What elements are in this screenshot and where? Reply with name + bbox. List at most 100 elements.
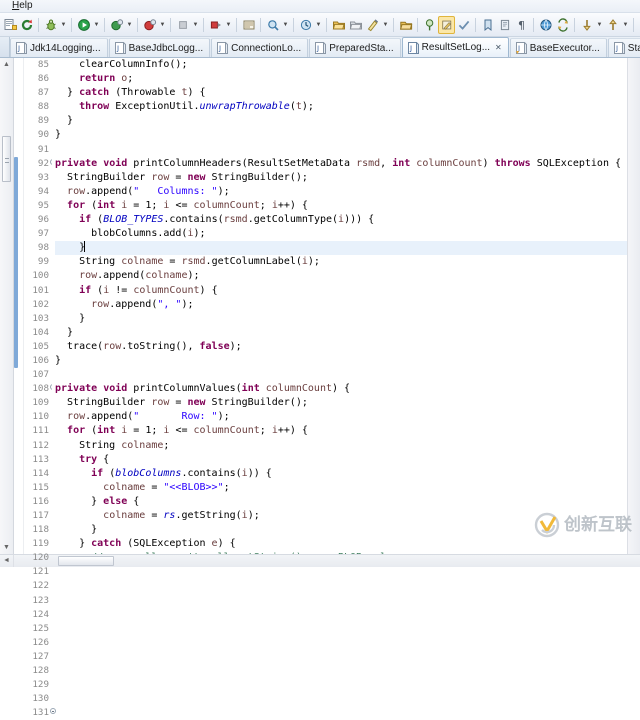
code-line[interactable]: if (BLOB_TYPES.contains(rsmd.getColumnTy… — [55, 213, 627, 227]
quick-fix-icon[interactable] — [364, 16, 381, 34]
external-tools-dropdown-arrow[interactable]: ▼ — [158, 16, 167, 34]
tab-statementlogger[interactable]: J StatementLog... — [608, 38, 640, 57]
code-line[interactable]: if (blobColumns.contains(i)) { — [55, 467, 627, 481]
edit-note-icon[interactable] — [438, 16, 455, 34]
run-icon[interactable] — [75, 16, 92, 34]
menu-item-help[interactable]: Help — [8, 0, 37, 12]
code-line[interactable]: } catch (SQLException e) { — [55, 537, 627, 551]
previous-annotation-icon[interactable] — [604, 16, 621, 34]
coverage-dropdown-arrow[interactable]: ▼ — [125, 16, 134, 34]
code-line[interactable]: } — [55, 523, 627, 537]
open-folder-icon[interactable] — [330, 16, 347, 34]
scroll-down-arrow-icon[interactable]: ▼ — [2, 543, 11, 552]
line-number: 109 — [24, 396, 49, 410]
code-token: row — [67, 186, 85, 197]
scroll-up-arrow-icon[interactable]: ▲ — [2, 60, 11, 69]
code-token: <= — [169, 425, 193, 436]
tab-basejdbclogger[interactable]: J BaseJdbcLogg... — [109, 38, 211, 57]
close-folder-icon[interactable] — [347, 16, 364, 34]
code-line[interactable]: private void printColumnValues(int colum… — [55, 382, 627, 396]
bookmark-icon[interactable] — [479, 16, 496, 34]
run-external-tools-icon[interactable] — [141, 16, 158, 34]
code-line[interactable]: clearColumnInfo(); — [55, 58, 627, 72]
checkmark-icon[interactable] — [455, 16, 472, 34]
horizontal-scrollbar[interactable]: ◄ — [0, 554, 640, 567]
run-last-icon[interactable] — [207, 16, 224, 34]
code-line[interactable]: StringBuilder row = new StringBuilder(); — [55, 396, 627, 410]
debug-icon[interactable] — [42, 16, 59, 34]
stop-dropdown-arrow[interactable]: ▼ — [191, 16, 200, 34]
scroll-left-arrow-icon[interactable]: ◄ — [0, 555, 14, 567]
code-token: { — [127, 496, 139, 507]
code-line[interactable]: StringBuilder row = new StringBuilder(); — [55, 171, 627, 185]
code-line[interactable]: private void printColumnHeaders(ResultSe… — [55, 157, 627, 171]
code-line[interactable]: blobColumns.add(i); — [55, 227, 627, 241]
code-line[interactable]: for (int i = 1; i <= columnCount; i++) { — [55, 199, 627, 213]
code-line[interactable]: trace(row.toString(), false); — [55, 340, 627, 354]
code-token: catch — [91, 538, 121, 549]
code-line[interactable]: } — [55, 326, 627, 340]
annotation-overview-ruler[interactable]: ▲ ▼ — [0, 58, 14, 554]
tab-resultsetlogger[interactable]: J ResultSetLog... ✕ — [402, 37, 509, 57]
whitespace-icon[interactable]: ¶ — [513, 16, 530, 34]
tab-preparedstatementlogger[interactable]: J PreparedSta... — [309, 38, 400, 57]
open-type-icon[interactable] — [240, 16, 257, 34]
code-line[interactable]: String colname; — [55, 439, 627, 453]
source-code-area[interactable]: clearColumnInfo(); return o; } catch (Th… — [52, 58, 627, 554]
history-dropdown-arrow[interactable]: ▼ — [314, 16, 323, 34]
code-token — [55, 454, 79, 465]
code-line[interactable]: String colname = rsmd.getColumnLabel(i); — [55, 255, 627, 269]
history-icon[interactable] — [297, 16, 314, 34]
run-last-dropdown-arrow[interactable]: ▼ — [224, 16, 233, 34]
code-line[interactable]: return o; — [55, 72, 627, 86]
code-line[interactable]: colname = rs.getString(i); — [55, 509, 627, 523]
folding-marker-column[interactable] — [14, 58, 24, 554]
code-line[interactable]: } catch (Throwable t) { — [55, 86, 627, 100]
code-line[interactable]: } — [55, 241, 627, 255]
run-dropdown-arrow[interactable]: ▼ — [92, 16, 101, 34]
team-sync-icon[interactable] — [554, 16, 571, 34]
next-annotation-icon[interactable] — [578, 16, 595, 34]
fold-collapse-icon[interactable] — [50, 708, 56, 714]
new-wizard-icon[interactable] — [1, 16, 18, 34]
tab-baseexecutor[interactable]: J BaseExecutor... — [510, 38, 607, 57]
code-line[interactable]: } — [55, 312, 627, 326]
code-line[interactable]: if (i != columnCount) { — [55, 284, 627, 298]
code-line[interactable] — [55, 143, 627, 157]
line-number-ruler: 8586878889909192939495969798991001011021… — [24, 58, 52, 554]
code-line[interactable]: row.append(" Row: "); — [55, 410, 627, 424]
close-icon[interactable]: ✕ — [495, 44, 502, 52]
stop-icon[interactable] — [174, 16, 191, 34]
pin-icon[interactable] — [421, 16, 438, 34]
vertical-scrollbar-thumb[interactable] — [2, 136, 11, 182]
code-line[interactable] — [55, 368, 627, 382]
coverage-icon[interactable] — [108, 16, 125, 34]
horizontal-scrollbar-thumb[interactable] — [58, 556, 114, 566]
search-dropdown-arrow[interactable]: ▼ — [281, 16, 290, 34]
code-line[interactable]: row.append(", "); — [55, 298, 627, 312]
code-token: new — [187, 172, 205, 183]
block-select-icon[interactable] — [496, 16, 513, 34]
code-line[interactable]: } — [55, 354, 627, 368]
toolbar-separator — [417, 18, 418, 32]
search-icon[interactable] — [264, 16, 281, 34]
code-line[interactable]: row.append(" Columns: "); — [55, 185, 627, 199]
code-line[interactable]: for (int i = 1; i <= columnCount; i++) { — [55, 424, 627, 438]
globe-icon[interactable] — [537, 16, 554, 34]
tab-jdk14logging[interactable]: J Jdk14Logging... — [10, 38, 108, 57]
quick-fix-dropdown-arrow[interactable]: ▼ — [381, 16, 390, 34]
previous-annotation-dropdown-arrow[interactable]: ▼ — [621, 16, 630, 34]
code-line[interactable]: row.append(colname); — [55, 269, 627, 283]
open-task-icon[interactable] — [397, 16, 414, 34]
code-line[interactable]: try { — [55, 453, 627, 467]
code-line[interactable]: } — [55, 128, 627, 142]
code-line[interactable]: throw ExceptionUtil.unwrapThrowable(t); — [55, 100, 627, 114]
code-line[interactable]: } — [55, 114, 627, 128]
refresh-icon[interactable] — [18, 16, 35, 34]
tab-connectionlogger[interactable]: J ConnectionLo... — [211, 38, 308, 57]
debug-dropdown-arrow[interactable]: ▼ — [59, 16, 68, 34]
svg-text:J: J — [615, 45, 618, 53]
code-line[interactable]: } else { — [55, 495, 627, 509]
code-line[interactable]: colname = "<<BLOB>>"; — [55, 481, 627, 495]
next-annotation-dropdown-arrow[interactable]: ▼ — [595, 16, 604, 34]
